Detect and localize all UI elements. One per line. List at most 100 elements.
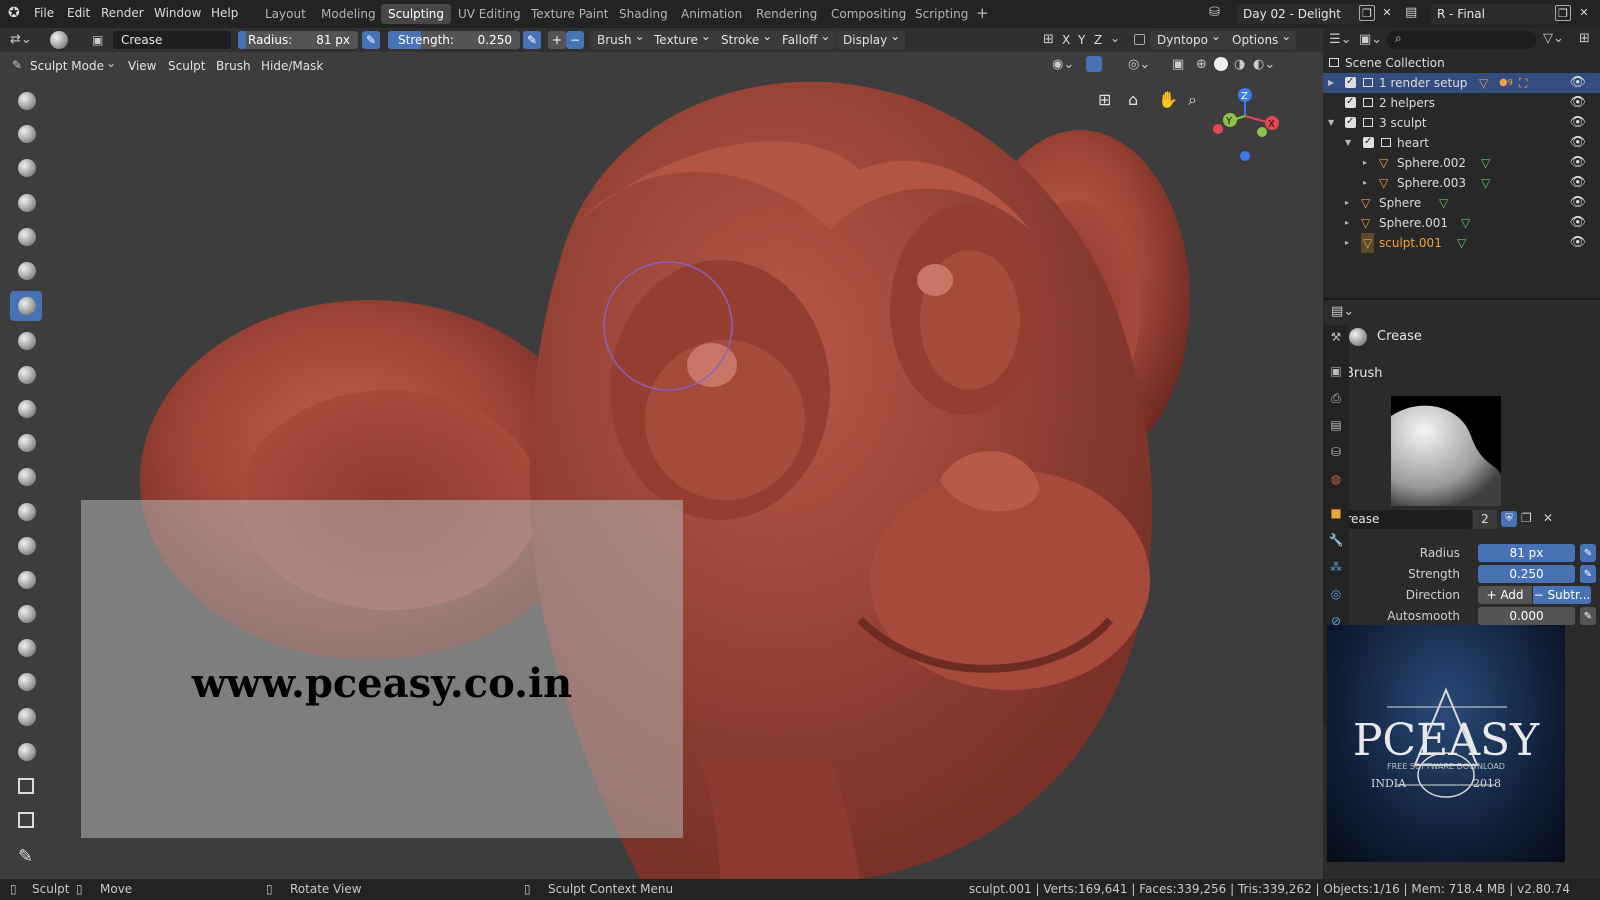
outliner-item-render-setup[interactable]: ▶ 1 render setup ▽ ●9 ⛶ 👁 xyxy=(1323,72,1600,93)
radius-slider[interactable]: Radius: 81 px xyxy=(238,31,358,49)
layer-brush-tool[interactable] xyxy=(10,222,42,252)
tool-settings-tab-icon[interactable]: ⚒ xyxy=(1328,329,1344,345)
view-layer-icon[interactable]: ▤ xyxy=(1405,5,1417,20)
texture-menu[interactable]: Texture xyxy=(647,27,716,49)
view-layer-field[interactable]: R - Final xyxy=(1431,4,1559,24)
add-workspace-icon[interactable]: + xyxy=(976,4,989,22)
menu-file[interactable]: File xyxy=(34,6,54,20)
clay-brush-tool[interactable] xyxy=(10,153,42,183)
tab-rendering[interactable]: Rendering xyxy=(749,4,824,24)
direction-add-toggle[interactable]: + Add xyxy=(1478,586,1532,604)
blender-logo-icon[interactable]: ✪ xyxy=(8,5,20,21)
mode-selector[interactable]: Sculpt Mode xyxy=(30,59,104,73)
brush-users-count[interactable]: 2 xyxy=(1473,510,1497,529)
dyntopo-checkbox[interactable] xyxy=(1134,34,1145,45)
mirror-z-toggle[interactable]: Z xyxy=(1094,33,1102,47)
rotate-brush-tool[interactable] xyxy=(10,667,42,697)
expand-arrow-icon[interactable]: ▸ xyxy=(1363,153,1367,173)
exclude-checkbox[interactable] xyxy=(1345,92,1356,112)
exclude-checkbox[interactable] xyxy=(1345,112,1356,132)
scene-tab-icon[interactable]: ⛁ xyxy=(1328,444,1344,460)
brush-mode-menu[interactable]: Brush xyxy=(216,59,251,73)
scrape-brush-tool[interactable] xyxy=(10,462,42,492)
properties-editor-type-icon[interactable]: ▤⌄ xyxy=(1331,304,1354,319)
view-menu[interactable]: View xyxy=(128,59,156,73)
strength-pressure-toggle-icon[interactable]: ✎ xyxy=(1580,565,1596,583)
brush-datablock-name[interactable]: Crease xyxy=(1332,510,1472,529)
visibility-eye-icon[interactable]: 👁 xyxy=(1569,93,1586,113)
brush-name-field[interactable]: Crease xyxy=(113,31,231,49)
flatten-brush-tool[interactable] xyxy=(10,394,42,424)
draw-brush-tool[interactable] xyxy=(10,86,42,116)
duplicate-brush-icon[interactable]: ❐ xyxy=(1521,511,1532,525)
menu-window[interactable]: Window xyxy=(154,6,201,20)
snake-hook-brush-tool[interactable] xyxy=(10,565,42,595)
new-collection-icon[interactable]: ⊞ xyxy=(1579,31,1590,46)
collapse-arrow-icon[interactable]: ▼ xyxy=(1328,113,1334,133)
brush-menu[interactable]: Brush xyxy=(590,27,650,49)
outliner-item-sphere[interactable]: ▸ ▽ Sphere ▽ 👁 xyxy=(1323,193,1600,213)
blob-brush-tool[interactable] xyxy=(10,326,42,356)
expand-arrow-icon[interactable]: ▸ xyxy=(1363,173,1367,193)
outliner-item-sphere-001[interactable]: ▸ ▽ Sphere.001 ▽ 👁 xyxy=(1323,213,1600,233)
visibility-eye-icon[interactable]: 👁 xyxy=(1569,133,1586,153)
outliner-item-helpers[interactable]: 2 helpers 👁 xyxy=(1323,92,1600,113)
mode-chevron-down-icon[interactable]: ⌄ xyxy=(106,56,116,70)
visibility-eye-icon[interactable]: 👁 xyxy=(1569,153,1586,173)
expand-arrow-icon[interactable]: ▸ xyxy=(1345,233,1349,253)
menu-help[interactable]: Help xyxy=(211,6,238,20)
visibility-eye-icon[interactable]: 👁 xyxy=(1569,173,1586,193)
nudge-brush-tool[interactable] xyxy=(10,633,42,663)
box-mask-tool[interactable] xyxy=(10,772,42,802)
grid-view-icon[interactable]: ⊞ xyxy=(1098,90,1111,109)
render-tab-icon[interactable]: ▣ xyxy=(1328,363,1344,379)
unlink-brush-icon[interactable]: ✕ xyxy=(1543,511,1553,525)
camera-view-icon[interactable]: ⌂ xyxy=(1128,90,1138,109)
modifier-tab-icon[interactable]: 🔧 xyxy=(1328,532,1344,548)
inflate-brush-tool[interactable] xyxy=(10,256,42,286)
outliner-editor-type-icon[interactable]: ☰⌄ xyxy=(1329,32,1352,47)
close-scene-icon[interactable]: ✕ xyxy=(1379,5,1395,21)
tab-modeling[interactable]: Modeling xyxy=(314,4,383,24)
outliner-item-sphere-003[interactable]: ▸ ▽ Sphere.003 ▽ 👁 xyxy=(1323,173,1600,193)
menu-edit[interactable]: Edit xyxy=(67,6,90,20)
collapse-arrow-icon[interactable]: ▼ xyxy=(1345,133,1351,153)
scene-icon[interactable]: ⛁ xyxy=(1209,5,1220,20)
box-hide-tool[interactable] xyxy=(10,806,42,836)
hide-mask-menu[interactable]: Hide/Mask xyxy=(261,59,323,73)
options-menu[interactable]: Options xyxy=(1225,27,1297,49)
autosmooth-pressure-icon[interactable]: ✎ xyxy=(1580,607,1596,625)
particles-tab-icon[interactable]: ⁂ xyxy=(1328,559,1344,575)
physics-tab-icon[interactable]: ◎ xyxy=(1328,586,1344,602)
visibility-eye-icon[interactable]: 👁 xyxy=(1569,233,1586,253)
exclude-checkbox[interactable] xyxy=(1345,72,1356,92)
menu-render[interactable]: Render xyxy=(101,6,144,20)
fill-brush-tool[interactable] xyxy=(10,428,42,458)
direction-add-button[interactable]: + xyxy=(548,31,566,49)
outliner-scene-collection[interactable]: Scene Collection xyxy=(1323,53,1600,73)
simplify-brush-tool[interactable] xyxy=(10,702,42,732)
scene-name-field[interactable]: Day 02 - Delight xyxy=(1237,4,1363,24)
strength-pressure-icon[interactable]: ✎ xyxy=(523,31,541,49)
expand-arrow-icon[interactable]: ▶ xyxy=(1328,73,1334,93)
outliner-item-sculpt-001[interactable]: ▸ ▽ sculpt.001 ▽ 👁 xyxy=(1323,233,1600,253)
tab-layout[interactable]: Layout xyxy=(258,4,313,24)
clay-strips-brush-tool[interactable] xyxy=(10,188,42,218)
outliner-item-sphere-002[interactable]: ▸ ▽ Sphere.002 ▽ 👁 xyxy=(1323,153,1600,173)
dyntopo-menu[interactable]: Dyntopo xyxy=(1150,27,1226,49)
mirror-x-toggle[interactable]: X xyxy=(1062,33,1070,47)
display-mode-icon[interactable]: ▣⌄ xyxy=(1359,32,1382,47)
tab-sculpting[interactable]: Sculpting xyxy=(381,4,452,24)
sculpt-menu[interactable]: Sculpt xyxy=(168,59,205,73)
filter-icon[interactable]: ▽⌄ xyxy=(1543,31,1564,46)
pan-hand-icon[interactable]: ✋ xyxy=(1158,90,1178,109)
tab-compositing[interactable]: Compositing xyxy=(824,4,913,24)
object-tab-icon[interactable]: ■ xyxy=(1328,505,1344,521)
draw-sharp-brush-tool[interactable] xyxy=(10,119,42,149)
outliner-search-input[interactable]: ⌕ xyxy=(1387,31,1537,49)
outliner-item-heart[interactable]: ▼ heart 👁 xyxy=(1323,132,1600,153)
prop-radius-field[interactable]: 81 px xyxy=(1478,544,1575,562)
annotate-tool[interactable]: ✎ xyxy=(10,844,42,874)
close-view-layer-icon[interactable]: ✕ xyxy=(1576,5,1592,21)
visibility-eye-icon[interactable]: 👁 xyxy=(1569,113,1586,133)
